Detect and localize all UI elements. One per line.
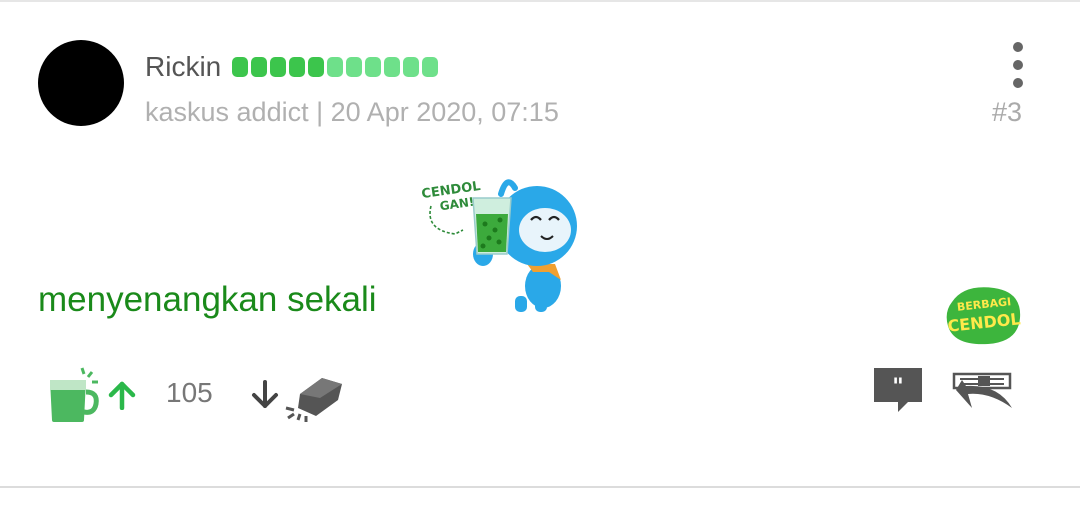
kebab-menu-icon[interactable] — [1005, 42, 1031, 88]
reputation-dot — [346, 57, 362, 77]
bottom-divider — [0, 486, 1080, 488]
reputation-dot — [289, 57, 305, 77]
post-timestamp: 20 Apr 2020, 07:15 — [330, 97, 559, 127]
arrow-up-icon[interactable] — [106, 380, 138, 410]
post-card: Rickin kaskus addict | 20 Apr 2020, 07:1… — [0, 0, 1080, 516]
reputation-dot — [232, 57, 248, 77]
cendol-gan-sticker: CENDOL GAN! — [421, 179, 577, 312]
arrow-down-icon[interactable] — [249, 380, 281, 410]
post-meta: kaskus addict | 20 Apr 2020, 07:15 — [145, 95, 559, 129]
reputation-dot — [327, 57, 343, 77]
top-divider — [0, 0, 1080, 2]
reputation-dot — [270, 57, 286, 77]
user-rank: kaskus addict — [145, 97, 309, 127]
reputation-dot — [251, 57, 267, 77]
post-body-text: menyenangkan sekali — [38, 280, 377, 319]
reputation-dot — [308, 57, 324, 77]
reputation-dot — [403, 57, 419, 77]
reputation-dot — [384, 57, 400, 77]
reply-bubble-icon[interactable]: " — [872, 366, 924, 414]
cendol-cup-icon[interactable] — [46, 366, 102, 424]
reputation-dot — [365, 57, 381, 77]
post-number[interactable]: #3 — [992, 95, 1022, 129]
brick-icon[interactable] — [280, 372, 346, 424]
quote-icon[interactable] — [948, 368, 1016, 410]
svg-text:": " — [892, 375, 903, 400]
reputation-bar — [232, 57, 438, 77]
reputation-dot — [422, 57, 438, 77]
berbagi-cendol-button[interactable]: BERBAGI CENDOL — [944, 282, 1024, 348]
vote-score: 105 — [166, 377, 213, 408]
meta-separator: | — [316, 97, 324, 127]
avatar[interactable] — [38, 40, 124, 126]
username[interactable]: Rickin — [145, 50, 221, 84]
